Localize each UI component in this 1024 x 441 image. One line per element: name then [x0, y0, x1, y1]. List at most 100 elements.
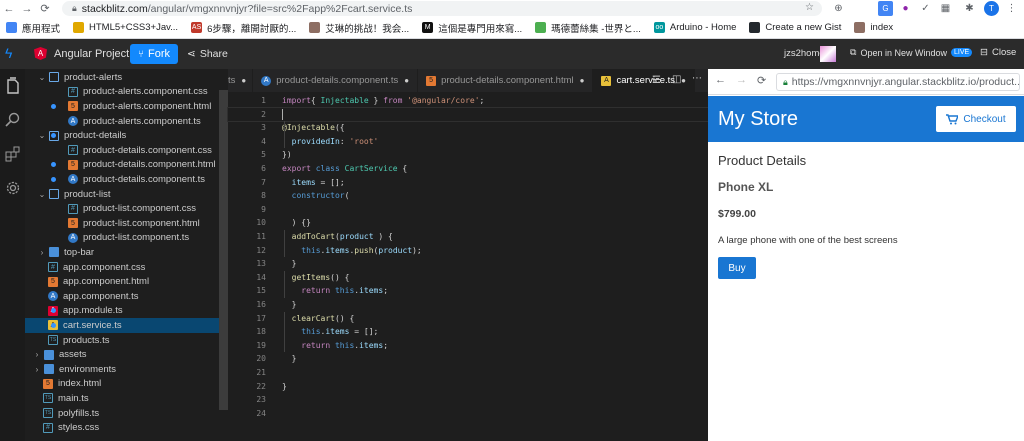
tree-file[interactable]: # app.component.css: [25, 260, 228, 275]
project-title[interactable]: Angular Project: [54, 48, 129, 60]
tree-file[interactable]: # product-list.component.css: [25, 201, 228, 216]
bookmark-item[interactable]: HTML5+CSS3+Jav...: [73, 22, 178, 33]
files-icon[interactable]: [0, 69, 25, 103]
code-line[interactable]: 15 return this.items;: [228, 284, 708, 297]
code-line[interactable]: 3 @Injectable({: [228, 121, 708, 134]
check-extension-icon[interactable]: ✓: [918, 1, 933, 16]
chevron-down-icon[interactable]: ⌄: [38, 73, 46, 82]
code-line[interactable]: 17 clearCart() {: [228, 312, 708, 325]
tree-file[interactable]: Aapp.module.ts: [25, 304, 228, 319]
tree-folder[interactable]: › assets: [25, 347, 228, 362]
preview-reload-icon[interactable]: ⟳: [757, 74, 766, 87]
address-bar[interactable]: 🔒︎ stackblitz.com /angular/vmgxnnvnjyr?f…: [62, 1, 822, 16]
code-line[interactable]: 23: [228, 393, 708, 406]
code-line[interactable]: 22}: [228, 380, 708, 393]
code-line[interactable]: 18 this.items = [];: [228, 325, 708, 338]
code-line[interactable]: 1 import{ Injectable } from '@angular/cor…: [228, 94, 708, 107]
people-extension-icon[interactable]: ●: [898, 1, 913, 16]
code-line[interactable]: 21: [228, 366, 708, 379]
split-editor-icon[interactable]: ◫: [672, 74, 681, 85]
editor-tab[interactable]: 5 product-details.component.html ●: [418, 69, 594, 92]
settings-gear-icon[interactable]: [0, 171, 25, 205]
tree-file[interactable]: 5 product-alerts.component.html: [25, 99, 228, 114]
open-new-window-button[interactable]: ⧉ Open in New Window LIVE: [850, 47, 973, 58]
code-line[interactable]: 16 }: [228, 298, 708, 311]
tree-file[interactable]: 5 product-details.component.html: [25, 158, 228, 173]
tree-file[interactable]: # product-details.component.css: [25, 143, 228, 158]
translate-extension-icon[interactable]: G: [878, 1, 893, 16]
chevron-down-icon[interactable]: ⌄: [38, 131, 46, 140]
tree-file[interactable]: 5 index.html: [25, 377, 228, 392]
bookmark-item[interactable]: 艾琳的挑战！我会...: [309, 21, 409, 35]
tree-file[interactable]: TS main.ts: [25, 391, 228, 406]
more-actions-icon[interactable]: ⋯: [692, 73, 702, 84]
preview-url-bar[interactable]: 🔒︎ https://vmgxnnvnjyr.angular.stackblit…: [776, 73, 1020, 91]
code-editor[interactable]: 1 import{ Injectable } from '@angular/cor…: [227, 92, 709, 441]
preview-back-icon[interactable]: ←: [715, 74, 726, 86]
forward-icon[interactable]: →: [18, 0, 36, 17]
code-line[interactable]: 20 }: [228, 352, 708, 365]
bookmark-item[interactable]: index: [854, 22, 893, 33]
reload-icon[interactable]: ⟳: [36, 0, 54, 17]
stackblitz-logo-icon[interactable]: ϟ: [5, 45, 12, 61]
chevron-right-icon[interactable]: ›: [38, 248, 46, 257]
tree-file[interactable]: TS polyfills.ts: [25, 406, 228, 421]
unsaved-dot-icon[interactable]: ●: [681, 76, 686, 85]
tree-folder[interactable]: › top-bar: [25, 245, 228, 260]
tree-file[interactable]: TS products.ts: [25, 333, 228, 348]
bookmark-item[interactable]: AS 6步驟，離開討厭的...: [191, 21, 296, 35]
code-line[interactable]: 12 this.items.push(product);: [228, 244, 708, 257]
code-line[interactable]: 8 constructor(: [228, 189, 708, 202]
bookmark-item[interactable]: 應用程式: [6, 21, 60, 35]
tree-folder[interactable]: ⌄ product-details: [25, 128, 228, 143]
checkout-button[interactable]: Checkout: [936, 106, 1016, 132]
extensions-icon[interactable]: [0, 137, 25, 171]
editor-tab[interactable]: Aproduct-details.component.ts ●: [253, 69, 419, 92]
tree-folder[interactable]: ⌄ product-alerts: [25, 70, 228, 85]
code-line[interactable]: 14 getItems() {: [228, 271, 708, 284]
tree-file[interactable]: 5 product-list.component.html: [25, 216, 228, 231]
code-line[interactable]: 11 addToCart(product ) {: [228, 230, 708, 243]
code-line[interactable]: 5}): [228, 148, 708, 161]
username[interactable]: jzs2home: [784, 48, 825, 59]
bookmark-item[interactable]: oo Arduino - Home: [653, 22, 736, 33]
unsaved-dot-icon[interactable]: ●: [580, 76, 585, 85]
tree-file[interactable]: Acart.service.ts: [25, 318, 228, 333]
tree-file[interactable]: Aapp.component.ts: [25, 289, 228, 304]
store-title[interactable]: My Store: [718, 108, 798, 131]
star-icon[interactable]: ☆: [805, 2, 814, 13]
tree-file[interactable]: 5 app.component.html: [25, 274, 228, 289]
bookmark-item[interactable]: Create a new Gist: [749, 22, 841, 33]
code-line[interactable]: 19 return this.items;: [228, 339, 708, 352]
back-icon[interactable]: ←: [0, 0, 18, 17]
code-line[interactable]: 4 providedIn: 'root': [228, 135, 708, 148]
code-line[interactable]: 2: [227, 106, 709, 122]
code-line[interactable]: 10 ) {}: [228, 216, 708, 229]
share-button[interactable]: ⋖ Share: [187, 48, 228, 60]
zoom-icon[interactable]: ⊕: [831, 1, 846, 16]
tree-file[interactable]: Aproduct-details.component.ts: [25, 172, 228, 187]
close-preview-button[interactable]: ⊟ Close: [980, 47, 1016, 58]
bookmark-item[interactable]: M 這個是專門用來寫...: [422, 21, 522, 35]
chevron-right-icon[interactable]: ›: [33, 365, 41, 374]
menu-icon[interactable]: ⋮: [1004, 1, 1019, 16]
unsaved-dot-icon[interactable]: ●: [241, 76, 246, 85]
code-line[interactable]: 9: [228, 203, 708, 216]
unsaved-dot-icon[interactable]: ●: [404, 76, 409, 85]
search-icon[interactable]: [0, 103, 25, 137]
preview-forward-icon[interactable]: →: [736, 74, 747, 86]
fork-button[interactable]: ⑂ Fork: [130, 44, 178, 64]
tree-file[interactable]: Aproduct-list.component.ts: [25, 231, 228, 246]
grid-extension-icon[interactable]: ▦: [938, 1, 953, 16]
chevron-right-icon[interactable]: ›: [33, 350, 41, 359]
profile-avatar[interactable]: T: [984, 1, 999, 16]
tree-file[interactable]: Aproduct-alerts.component.ts: [25, 114, 228, 129]
code-line[interactable]: 7 items = [];: [228, 176, 708, 189]
tree-folder[interactable]: ⌄ product-list: [25, 187, 228, 202]
tree-folder[interactable]: › environments: [25, 362, 228, 377]
bookmark-item[interactable]: 瑪德蕾絲集 -世界と...: [535, 21, 641, 35]
buy-button[interactable]: Buy: [718, 257, 756, 279]
outline-icon[interactable]: ☰: [652, 75, 661, 86]
code-line[interactable]: 13 }: [228, 257, 708, 270]
explorer-scrollbar[interactable]: [219, 90, 228, 410]
